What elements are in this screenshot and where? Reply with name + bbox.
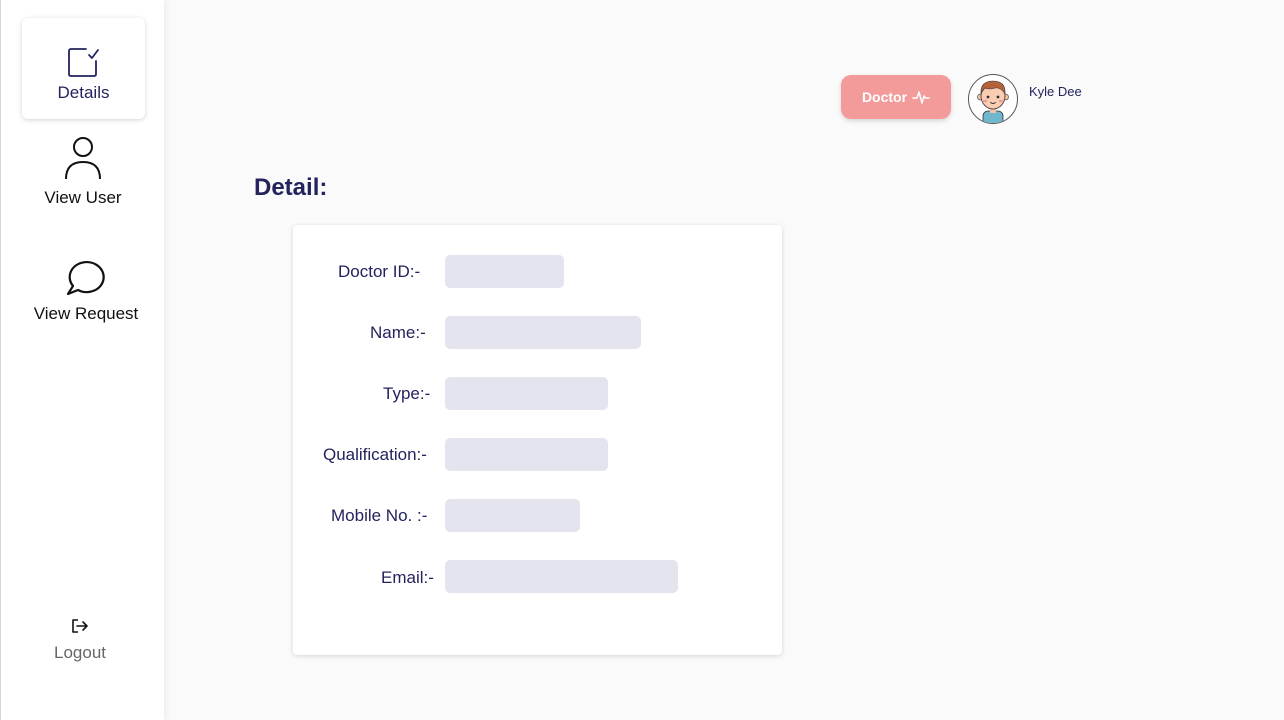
sidebar-item-label: View User	[44, 188, 122, 207]
role-badge-label: Doctor	[861, 89, 908, 105]
mobile-label: Mobile No. :-	[331, 506, 428, 525]
edit-square-icon	[67, 48, 99, 77]
sidebar-item-view-user[interactable]: View User	[1, 136, 165, 208]
email-label: Email:-	[381, 568, 434, 587]
boy-avatar-icon	[977, 80, 1009, 123]
email-value	[445, 560, 678, 593]
logout-icon	[72, 619, 88, 633]
sidebar-item-view-request[interactable]: View Request	[7, 256, 165, 324]
doctor-id-label: Doctor ID:-	[338, 262, 421, 281]
name-label: Name:-	[370, 323, 426, 342]
sidebar-item-details[interactable]: Details	[22, 18, 145, 119]
role-badge: Doctor	[841, 75, 951, 119]
qualification-label: Qualification:-	[323, 445, 427, 464]
user-icon	[65, 137, 101, 180]
detail-card: Doctor ID:- Name:- Type:- Qualification:…	[293, 225, 782, 655]
name-value	[445, 316, 641, 349]
sidebar-item-label: Details	[57, 83, 110, 102]
sidebar-item-label: View Request	[33, 304, 139, 323]
mobile-value	[445, 499, 580, 532]
type-value	[445, 377, 608, 410]
avatar[interactable]	[968, 74, 1018, 124]
sidebar: Details View User View Request Logout	[0, 0, 164, 720]
qualification-value	[445, 438, 608, 471]
heartbeat-icon	[912, 91, 930, 104]
logout-label: Logout	[54, 643, 106, 662]
page-title: Detail:	[254, 174, 328, 201]
type-label: Type:-	[383, 384, 431, 403]
chat-bubble-icon	[66, 261, 105, 296]
doctor-id-value	[445, 255, 564, 288]
logout-button[interactable]: Logout	[19, 618, 141, 663]
user-name: Kyle Dee	[1029, 84, 1082, 99]
